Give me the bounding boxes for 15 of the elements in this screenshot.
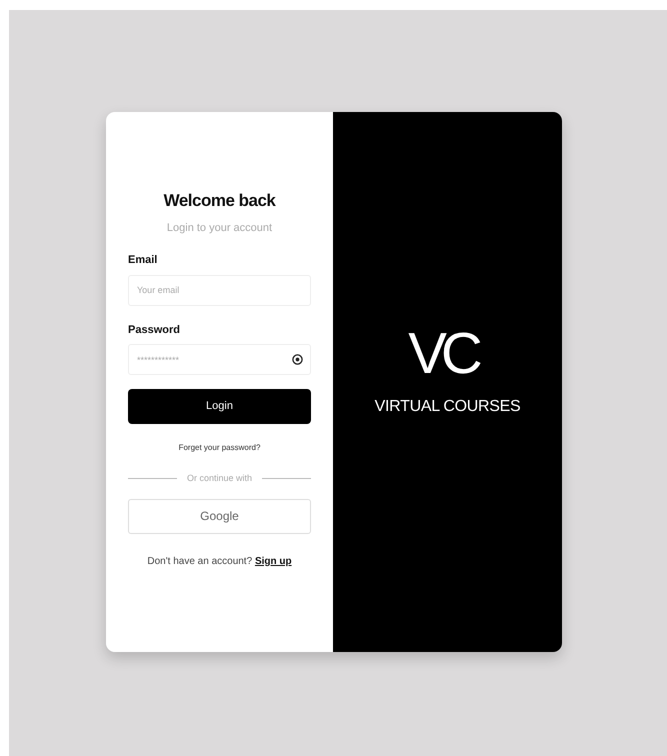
brand-logo: VC xyxy=(408,325,478,387)
password-field[interactable]: ************ xyxy=(128,344,311,375)
forgot-password-link[interactable]: Forget your password? xyxy=(128,442,311,454)
login-button[interactable]: Login xyxy=(128,389,311,424)
eye-icon[interactable] xyxy=(292,354,303,365)
form-title: Welcome back xyxy=(162,190,277,212)
field-label: Email xyxy=(128,253,158,268)
form-subtitle: Login to your account xyxy=(166,220,274,236)
signup-text: Don't have an account? Sign up xyxy=(146,554,293,568)
divider-text: Or continue with xyxy=(186,472,252,485)
brand-name: VIRTUAL COURSES xyxy=(374,397,520,417)
google-button[interactable]: Google xyxy=(128,498,311,534)
email-field[interactable]: Your email xyxy=(128,274,311,306)
signup-link[interactable]: Sign up xyxy=(254,556,292,566)
field-label: Password xyxy=(128,322,181,338)
